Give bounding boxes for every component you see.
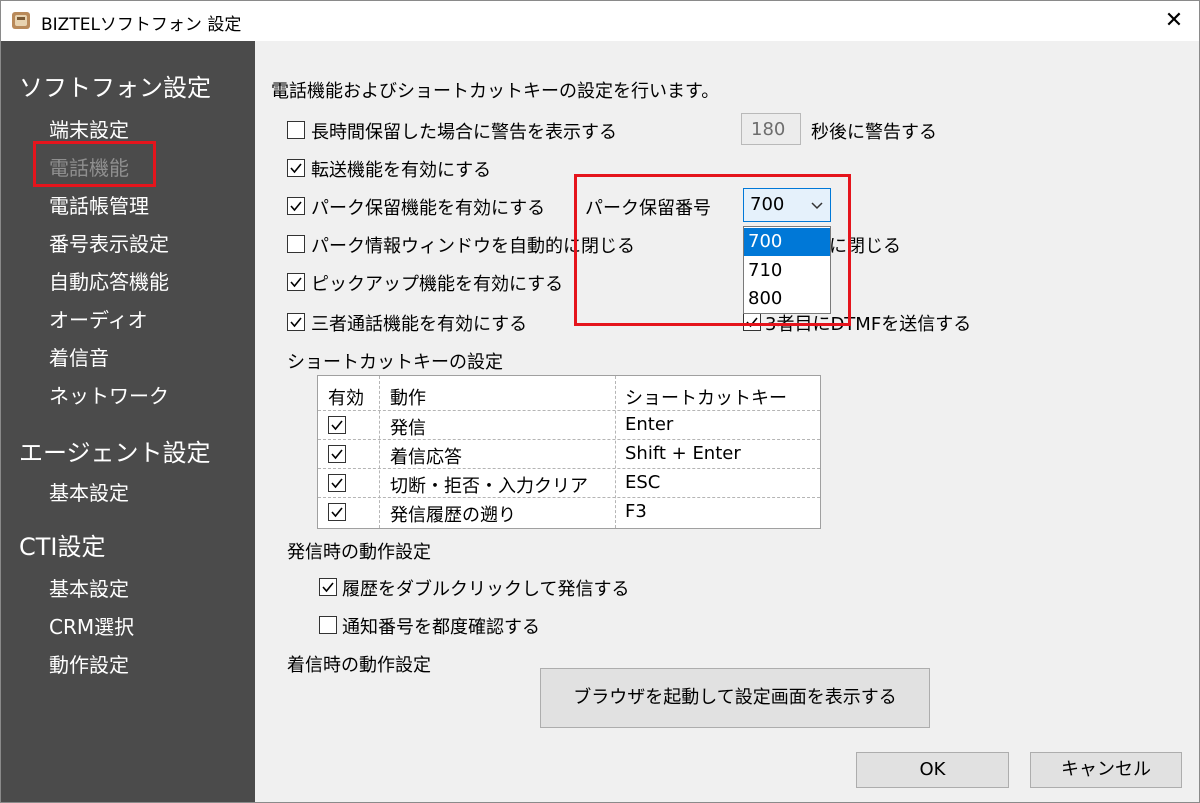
check-icon [331,507,343,518]
check-icon [290,317,302,328]
ok-button[interactable]: OK [856,752,1009,788]
sidebar-section-softphone[interactable]: ソフトフォン設定 [19,68,211,103]
sidebar-section-agent[interactable]: エージェント設定 [19,433,211,468]
row-enabled-checkbox[interactable] [328,503,346,521]
window-title: BIZTELソフトフォン 設定 [41,15,242,35]
row-enabled-checkbox[interactable] [328,416,346,434]
column-divider [615,376,616,528]
row-enabled-checkbox[interactable] [328,445,346,463]
row-enabled-checkbox[interactable] [328,474,346,492]
sidebar-item-cti-basic[interactable]: 基本設定 [49,573,129,602]
sidebar-item-network[interactable]: ネットワーク [49,380,169,409]
row-key[interactable]: Enter [625,414,673,435]
column-divider [379,376,380,528]
active-item-highlight [33,141,156,187]
sidebar-item-crm-select[interactable]: CRM選択 [49,611,134,640]
long-hold-checkbox[interactable] [287,121,305,139]
sidebar-item-audio[interactable]: オーディオ [49,304,148,333]
annotation-highlight [574,174,851,326]
three-way-label: 三者通話機能を有効にする [311,314,528,335]
sidebar-item-phonebook[interactable]: 電話帳管理 [49,190,149,219]
check-icon [331,420,343,431]
check-icon [290,277,302,288]
sidebar-item-device[interactable]: 端末設定 [49,114,129,143]
page-description: 電話機能およびショートカットキーの設定を行います。 [271,81,720,102]
sidebar: ソフトフォン設定 端末設定 電話機能 電話帳管理 番号表示設定 自動応答機能 オ… [1,41,255,802]
row-divider [318,410,820,411]
park-info-checkbox[interactable] [287,235,305,253]
check-icon [331,449,343,460]
history-dblclick-checkbox[interactable] [319,578,337,596]
park-hold-checkbox[interactable] [287,197,305,215]
confirm-number-checkbox[interactable] [319,616,337,634]
column-header-action[interactable]: 動作 [390,384,426,410]
row-action: 切断・拒否・入力クリア [390,476,588,497]
row-action: 着信応答 [390,447,462,468]
check-icon [290,163,302,174]
sidebar-item-agent-basic[interactable]: 基本設定 [49,477,129,506]
title-bar[interactable]: BIZTELソフトフォン 設定 ✕ [1,1,1199,41]
sidebar-section-cti[interactable]: CTI設定 [19,527,106,562]
row-key[interactable]: F3 [625,501,647,522]
history-dblclick-label: 履歴をダブルクリックして発信する [342,579,630,600]
shortcut-heading: ショートカットキーの設定 [287,352,503,373]
cancel-button[interactable]: キャンセル [1030,752,1182,788]
long-hold-seconds-input[interactable]: 180 [741,113,801,145]
sidebar-item-auto-answer[interactable]: 自動応答機能 [49,266,169,295]
row-key[interactable]: ESC [625,472,660,493]
pickup-label: ピックアップ機能を有効にする [311,274,564,295]
row-action: 発信 [390,418,426,439]
pickup-checkbox[interactable] [287,273,305,291]
check-icon [322,582,334,593]
sidebar-item-behavior[interactable]: 動作設定 [49,649,129,678]
open-browser-settings-button[interactable]: ブラウザを起動して設定画面を表示する [540,668,930,728]
check-icon [290,201,302,212]
outgoing-heading: 発信時の動作設定 [287,542,431,563]
park-hold-label: パーク保留機能を有効にする [311,198,546,219]
sidebar-item-ringtone[interactable]: 着信音 [49,342,109,371]
three-way-checkbox[interactable] [287,313,305,331]
check-icon [331,478,343,489]
column-header-key[interactable]: ショートカットキー [625,384,787,410]
incoming-heading: 着信時の動作設定 [287,655,431,676]
transfer-checkbox[interactable] [287,159,305,177]
confirm-number-label: 通知番号を都度確認する [342,617,540,638]
long-hold-suffix: 秒後に警告する [811,122,937,143]
column-header-enabled[interactable]: 有効 [328,384,364,410]
transfer-label: 転送機能を有効にする [311,160,492,181]
app-icon [12,12,30,29]
sidebar-item-number-display[interactable]: 番号表示設定 [49,228,169,257]
shortcut-table: 有効 動作 ショートカットキー 発信 Enter 着信応答 Shift + En… [317,375,821,529]
long-hold-label: 長時間保留した場合に警告を表示する [311,122,617,143]
close-button[interactable]: ✕ [1157,5,1191,37]
settings-window: BIZTELソフトフォン 設定 ✕ ソフトフォン設定 端末設定 電話機能 電話帳… [0,0,1200,803]
row-action: 発信履歴の遡り [390,505,516,526]
row-key[interactable]: Shift + Enter [625,443,741,464]
